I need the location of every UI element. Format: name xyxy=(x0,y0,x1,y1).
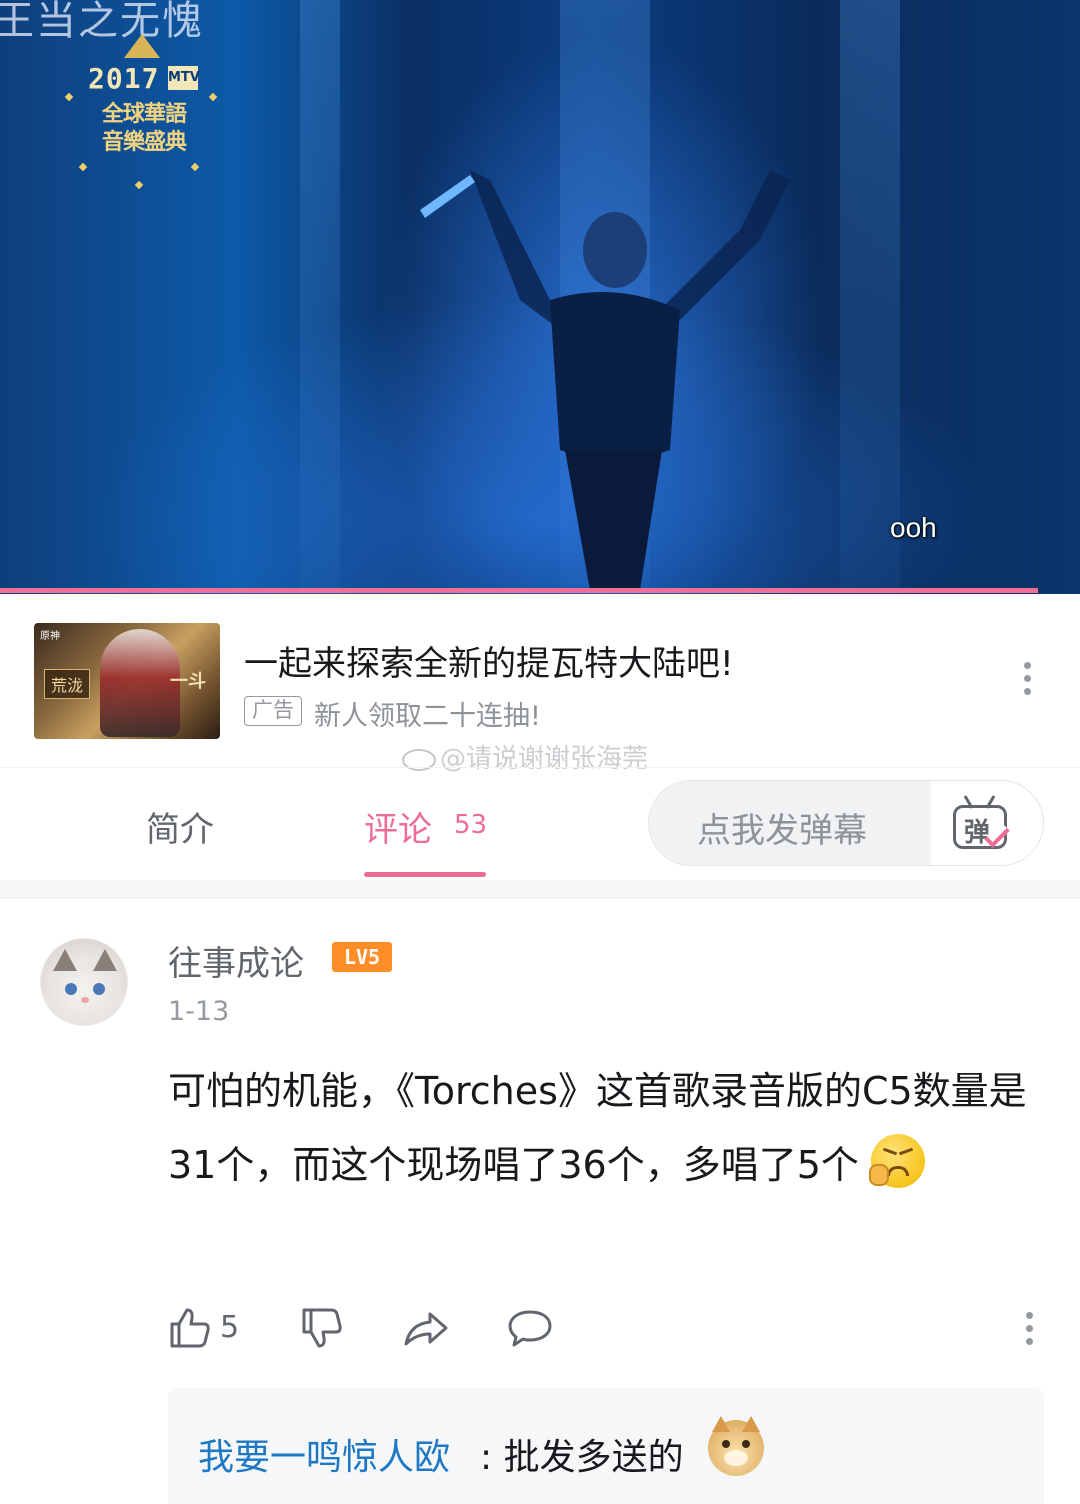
avatar[interactable] xyxy=(40,938,128,1026)
tab-comments-count: 53 xyxy=(454,810,488,840)
performer-figure xyxy=(420,170,790,590)
ad-subtitle: 新人领取二十连抽! xyxy=(314,701,541,732)
logo-line-2: 音樂盛典 xyxy=(101,130,187,155)
ad-thumbnail-text: 一斗 xyxy=(170,671,206,692)
ad-more-icon[interactable] xyxy=(1022,662,1032,702)
mtv-awards-logo: 2017 MTV 全球華語 音樂盛典 xyxy=(64,34,218,194)
user-level-badge: LV5 xyxy=(332,942,392,972)
reply-icon[interactable] xyxy=(506,1306,554,1350)
danmaku-toggle-icon[interactable]: 弹 xyxy=(949,795,1011,853)
sparkle-icon xyxy=(64,92,74,102)
video-subtitle: ooh xyxy=(890,512,937,543)
comment-actions: 5 xyxy=(168,1306,1048,1356)
ad-thumbnail-tag: 荒泷 xyxy=(44,669,91,699)
tab-intro[interactable]: 简介 xyxy=(146,802,214,851)
reply-text: : 批发多送的 xyxy=(480,1437,684,1478)
danmaku-placeholder: 点我发弹幕 xyxy=(697,811,867,851)
logo-brand: MTV xyxy=(168,66,200,90)
active-tab-indicator xyxy=(364,872,486,877)
logo-year: 2017 xyxy=(88,62,160,95)
comment-date: 1-13 xyxy=(168,996,230,1027)
crown-icon xyxy=(124,34,160,58)
tab-bar: 简介 评论 53 点我发弹幕 弹 xyxy=(0,767,1080,879)
sparkle-icon xyxy=(134,180,144,190)
game-character-image xyxy=(100,629,180,737)
angry-face-emoji-icon xyxy=(868,1134,925,1188)
ad-badge: 广告 xyxy=(244,696,302,726)
like-icon[interactable] xyxy=(168,1306,212,1350)
comment-username[interactable]: 往事成论 xyxy=(168,936,304,985)
reply-preview[interactable]: 我要一鸣惊人欧 : 批发多送的 xyxy=(168,1388,1044,1504)
danmaku-input[interactable]: 点我发弹幕 xyxy=(649,781,931,865)
danmaku-bar: 点我发弹幕 弹 xyxy=(648,780,1044,866)
light-beam xyxy=(840,0,900,594)
light-beam xyxy=(300,0,340,594)
sparkle-icon xyxy=(78,162,88,172)
video-progress-bar[interactable] xyxy=(0,588,1038,593)
ad-title[interactable]: 一起来探索全新的提瓦特大陆吧! xyxy=(244,636,734,685)
ad-thumbnail[interactable]: 原神 荒泷 一斗 xyxy=(34,623,220,739)
tab-comments[interactable]: 评论 xyxy=(364,802,432,851)
danmaku-toggle-label: 弹 xyxy=(964,818,991,848)
section-divider xyxy=(0,880,1080,898)
video-player[interactable]: 王当之无愧 2017 MTV 全球華語 音樂盛典 ooh xyxy=(0,0,1080,594)
doge-emoji-icon xyxy=(708,1416,764,1476)
like-count: 5 xyxy=(220,1310,240,1345)
sparkle-icon xyxy=(208,92,218,102)
sparkle-icon xyxy=(190,162,200,172)
dislike-icon[interactable] xyxy=(300,1306,344,1350)
reply-username[interactable]: 我要一鸣惊人欧 xyxy=(198,1428,450,1480)
comment-body: 可怕的机能，《Torches》这首歌录音版的C5数量是31个，而这个现场唱了36… xyxy=(168,1054,1038,1202)
ad-thumbnail-brand: 原神 xyxy=(40,631,60,642)
ad-card[interactable]: 原神 荒泷 一斗 一起来探索全新的提瓦特大陆吧! 广告 新人领取二十连抽! @请… xyxy=(0,600,1080,774)
share-icon[interactable] xyxy=(402,1306,450,1350)
comment-more-icon[interactable] xyxy=(1024,1312,1034,1352)
